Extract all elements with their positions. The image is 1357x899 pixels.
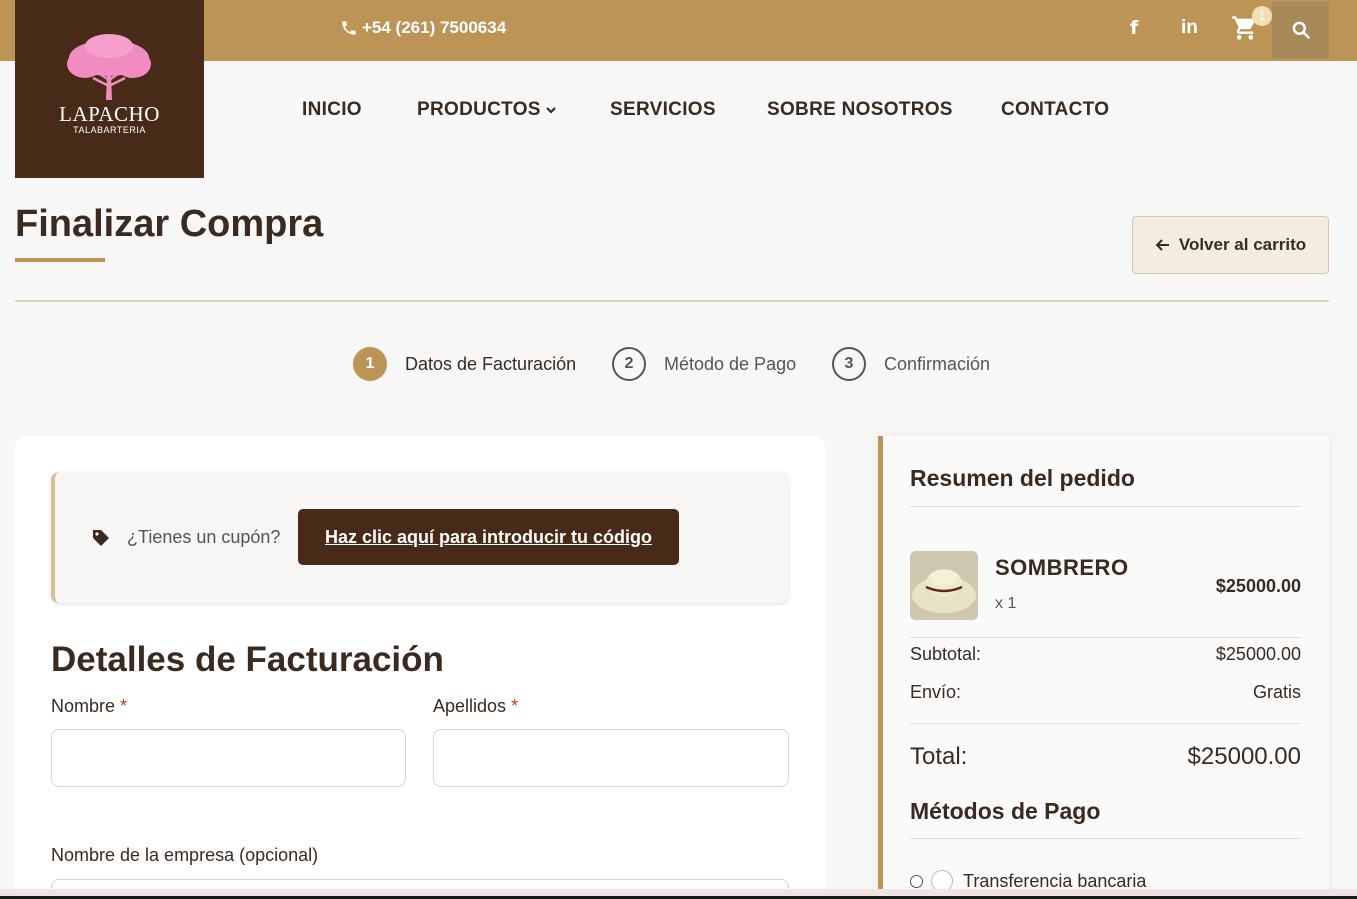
facebook-icon[interactable]: f — [1130, 17, 1138, 39]
hat-image — [910, 551, 978, 620]
payment-methods-title: Métodos de Pago — [910, 798, 1101, 824]
phone-icon — [342, 21, 356, 35]
bottom-bar — [0, 889, 1357, 899]
phone-link[interactable]: +54 (261) 7500634 — [340, 18, 506, 38]
page-title: Finalizar Compra — [15, 203, 324, 245]
shipping-value: Gratis — [1252, 682, 1301, 702]
linkedin-icon[interactable]: in — [1181, 17, 1198, 39]
coupon-link-button[interactable]: Haz clic aquí para introducir tu código — [298, 509, 679, 565]
nav-item-contacto[interactable]: CONTACTO — [1001, 99, 1109, 121]
step-billing: 1 Datos de Facturación — [353, 347, 576, 381]
total-row: Total: $25000.00 — [910, 743, 1301, 771]
step-payment: 2 Método de Pago — [612, 347, 796, 381]
order-summary: Resumen del pedido SOMBRERO x 1 $25000.0… — [878, 436, 1329, 896]
product-name: SOMBRERO — [995, 555, 1129, 580]
step-number: 3 — [832, 347, 866, 381]
shipping-row: Envío: Gratis — [910, 682, 1301, 703]
first-name-label-text: Nombre — [51, 696, 116, 716]
back-to-cart-label: Volver al carrito — [1178, 235, 1307, 254]
company-label: Nombre de la empresa (opcional) — [51, 845, 319, 865]
billing-form-card: ¿Tienes un cupón? Haz clic aquí para int… — [15, 436, 825, 899]
step-number: 2 — [612, 347, 646, 381]
search-button[interactable] — [1272, 2, 1329, 58]
step-number: 1 — [353, 347, 387, 381]
step-label: Datos de Facturación — [405, 353, 577, 374]
subtotal-value: $25000.00 — [1215, 644, 1301, 664]
product-price: $25000.00 — [1215, 576, 1301, 596]
step-label: Confirmación — [884, 353, 991, 374]
subtotal-row: Subtotal: $25000.00 — [910, 644, 1301, 665]
required-mark: * — [511, 696, 519, 716]
cart-count-badge: 1 — [1252, 6, 1272, 26]
step-label: Método de Pago — [664, 353, 797, 374]
title-underline — [15, 258, 105, 262]
back-to-cart-button[interactable]: Volver al carrito — [1132, 216, 1329, 274]
total-label: Total: — [910, 743, 968, 770]
phone-number: +54 (261) 7500634 — [362, 18, 507, 37]
summary-title: Resumen del pedido — [910, 465, 1135, 491]
summary-divider — [910, 723, 1301, 724]
billing-section-title: Detalles de Facturación — [51, 640, 444, 679]
summary-divider — [910, 637, 1301, 638]
nav-item-productos[interactable]: PRODUCTOS — [417, 99, 557, 121]
nav-item-sobre-nosotros[interactable]: SOBRE NOSOTROS — [767, 99, 953, 121]
last-name-field[interactable] — [433, 729, 789, 787]
summary-divider — [910, 838, 1301, 839]
site-logo[interactable]: LAPACHO TALABARTERIA — [15, 0, 204, 178]
main-nav: INICIO PRODUCTOS SERVICIOS SOBRE NOSOTRO… — [0, 99, 1357, 123]
logo-tagline: TALABARTERIA — [73, 125, 146, 135]
radio-button[interactable] — [910, 874, 923, 888]
subtotal-label: Subtotal: — [910, 644, 982, 664]
tag-icon — [93, 530, 109, 546]
search-icon — [1292, 21, 1310, 39]
total-value: $25000.00 — [1187, 743, 1301, 770]
arrow-left-icon — [1155, 239, 1169, 251]
nav-item-inicio[interactable]: INICIO — [302, 99, 362, 121]
coupon-question: ¿Tienes un cupón? — [127, 527, 281, 547]
last-name-label-text: Apellidos — [433, 696, 507, 716]
required-mark: * — [120, 696, 128, 716]
coupon-box: ¿Tienes un cupón? Haz clic aquí para int… — [51, 472, 789, 603]
nav-item-servicios[interactable]: SERVICIOS — [610, 99, 716, 121]
last-name-label: Apellidos * — [433, 696, 518, 717]
first-name-label: Nombre * — [51, 696, 127, 717]
header-divider — [15, 300, 1329, 302]
summary-divider — [910, 506, 1301, 507]
first-name-field[interactable] — [51, 729, 406, 787]
lapacho-tree-icon — [67, 34, 151, 100]
product-quantity: x 1 — [995, 595, 1017, 612]
product-image — [910, 551, 978, 620]
step-confirmation: 3 Confirmación — [832, 347, 990, 381]
shipping-label: Envío: — [910, 682, 962, 702]
nav-item-productos-label: PRODUCTOS — [417, 99, 541, 120]
chevron-down-icon — [545, 107, 556, 114]
